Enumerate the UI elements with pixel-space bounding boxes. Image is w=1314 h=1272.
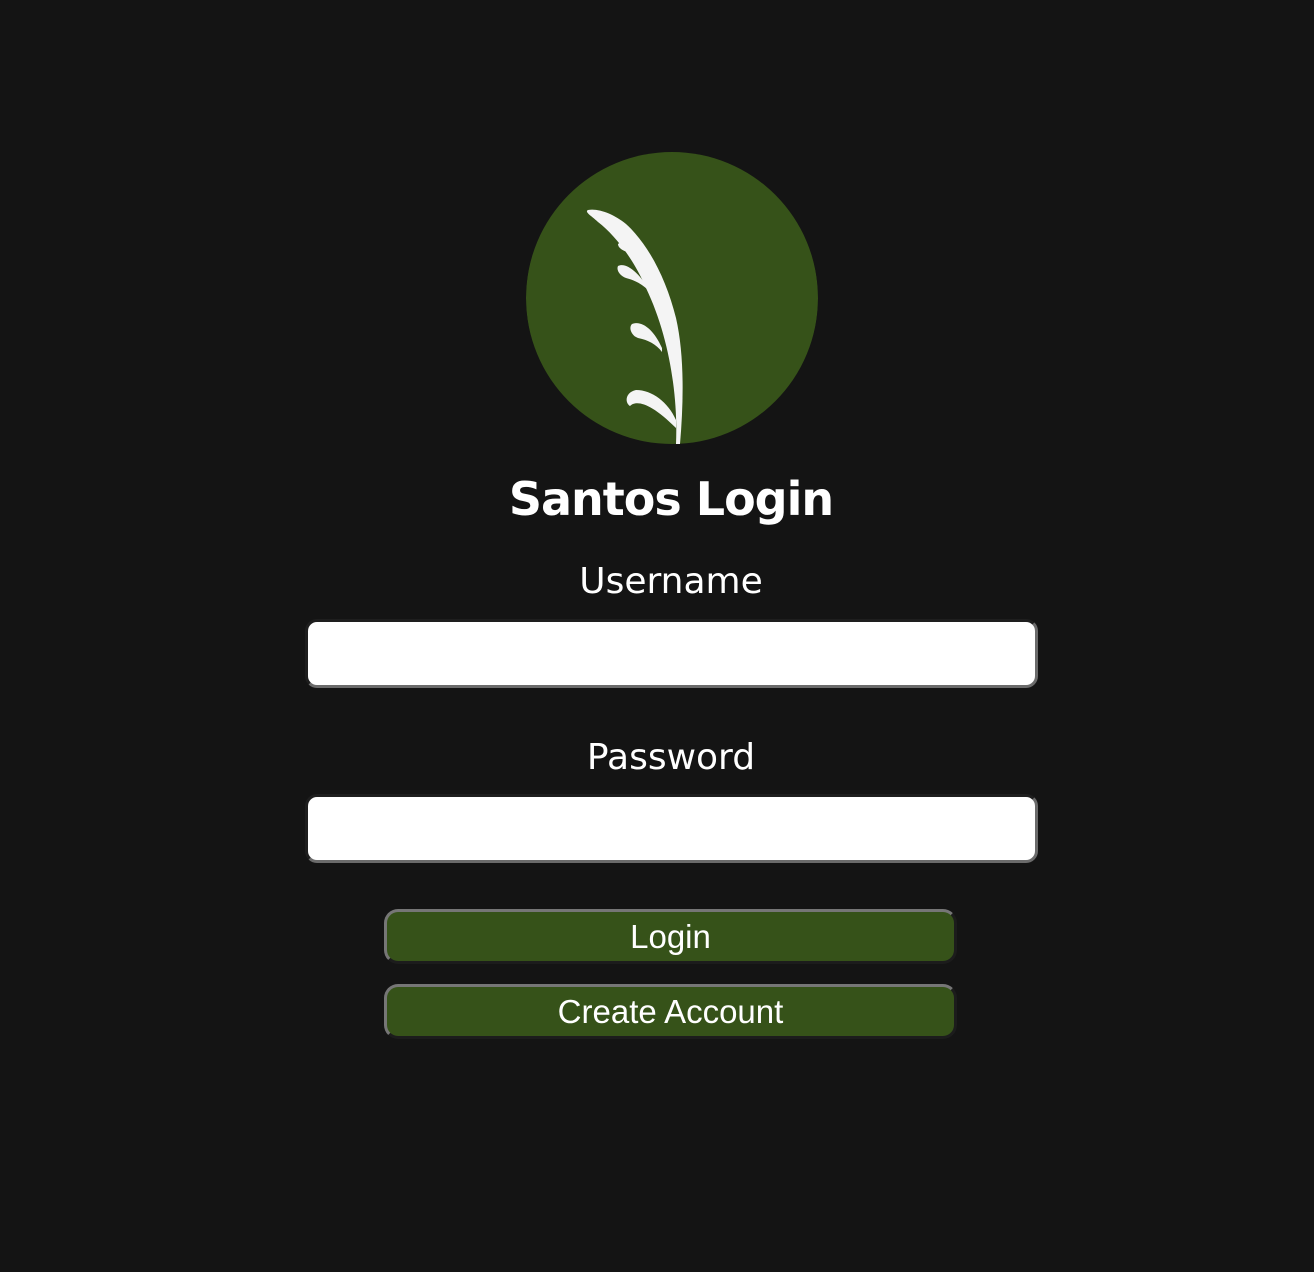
login-button[interactable]: Login	[384, 909, 957, 964]
password-label: Password	[586, 737, 756, 778]
santos-logo	[526, 148, 818, 448]
username-label: Username	[579, 561, 763, 602]
create-account-button[interactable]: Create Account	[384, 984, 957, 1039]
username-input[interactable]	[305, 619, 1038, 688]
login-panel: Santos Login Username Password Login Cre…	[0, 0, 1314, 1272]
page-title: Santos Login	[508, 472, 834, 526]
password-input[interactable]	[305, 794, 1038, 863]
